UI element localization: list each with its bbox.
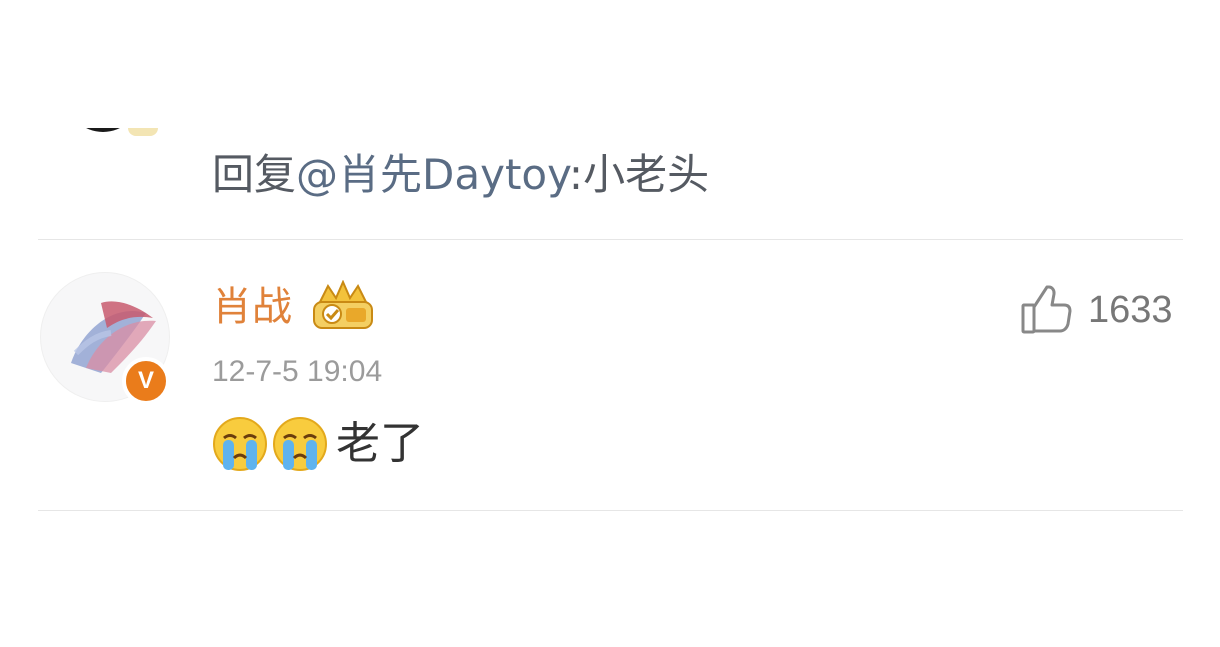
gold-crown-badge-icon[interactable] (310, 280, 376, 332)
crying-face-icon (273, 417, 327, 471)
comment-text: 老了 (336, 418, 424, 469)
crop-cover (0, 0, 1220, 128)
divider (38, 239, 1183, 240)
like-button[interactable]: 1633 (1020, 284, 1173, 336)
comment-timestamp: 12-7-5 19:04 (212, 355, 383, 388)
reply-text: 回复@肖先Daytoy:小老头 (212, 147, 709, 203)
verified-badge: V (122, 357, 170, 405)
like-count: 1633 (1088, 288, 1173, 331)
crying-face-icon (213, 417, 267, 471)
reply-body: :小老头 (568, 150, 710, 199)
mention-link[interactable]: @肖先Daytoy (296, 150, 569, 199)
username[interactable]: 肖战 (212, 280, 292, 334)
reply-prefix: 回复 (212, 150, 297, 199)
comment-content: 老了 (212, 414, 424, 474)
divider (38, 510, 1183, 511)
thumbs-up-icon (1021, 285, 1072, 334)
